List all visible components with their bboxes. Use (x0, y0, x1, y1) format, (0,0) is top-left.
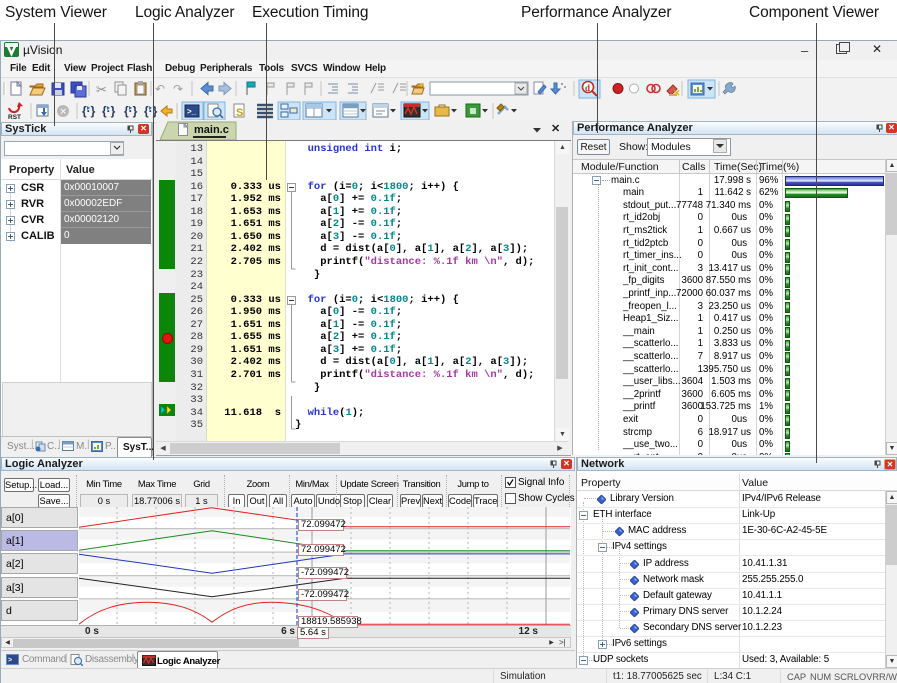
svg-text:↶: ↶ (155, 82, 165, 96)
svg-text:>_: >_ (187, 107, 197, 116)
svg-text:d: d (585, 83, 590, 93)
svg-text:✕: ✕ (673, 88, 681, 98)
svg-text:S: S (236, 107, 243, 119)
svg-text:✦: ✦ (418, 81, 425, 90)
svg-text:{·}: {·} (124, 104, 138, 118)
svg-text:>: > (8, 657, 12, 664)
svg-text:{·}: {·} (144, 104, 158, 118)
svg-text:↷: ↷ (173, 82, 183, 96)
svg-text:{·}: {·} (102, 104, 116, 118)
svg-text:RST: RST (8, 114, 21, 121)
svg-text:{·}: {·} (82, 104, 96, 118)
svg-text:✂: ✂ (96, 82, 107, 97)
svg-text:✕: ✕ (60, 107, 68, 117)
